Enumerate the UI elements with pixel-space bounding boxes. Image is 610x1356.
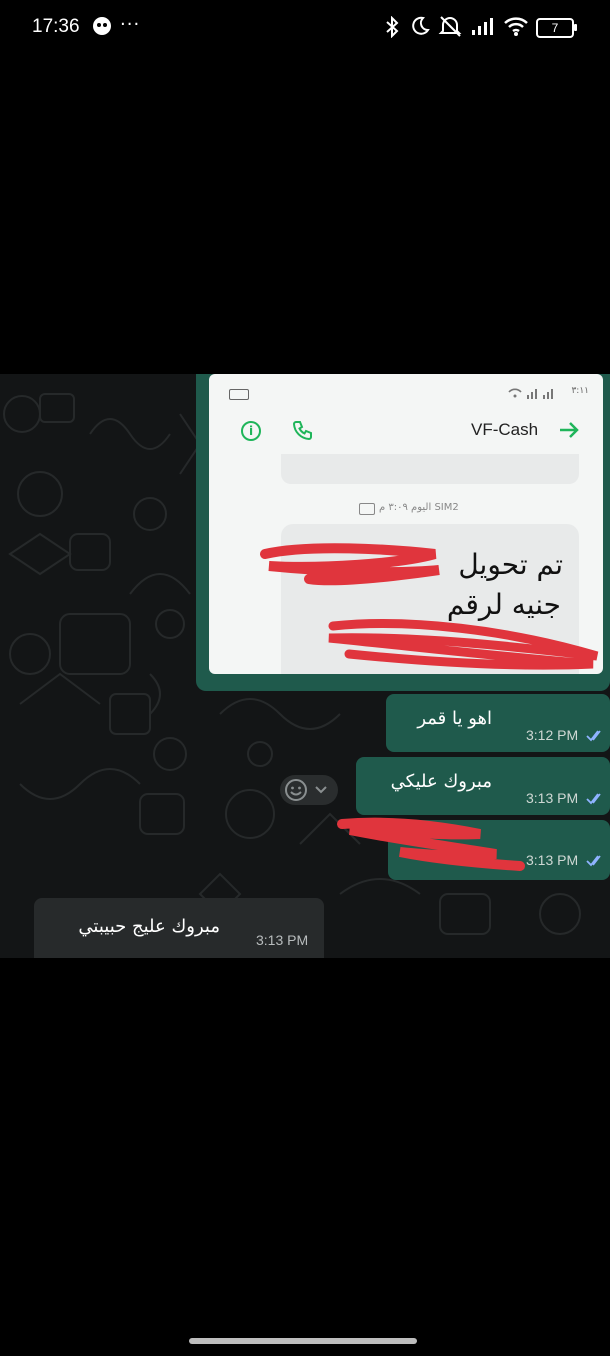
- signal-icon: [472, 18, 493, 35]
- sms-conversation-header: [209, 410, 603, 454]
- sms-sender-title: VF-Cash: [471, 420, 539, 439]
- read-receipt-icon: [586, 855, 601, 867]
- battery-icon: 7: [536, 18, 577, 38]
- info-icon[interactable]: i: [241, 421, 261, 441]
- chat-screenshot: ٣:١١ i VF-Cash SIM2 اليوم ٣:٠٩ م تم تحوي…: [0, 374, 610, 958]
- message-time: 3:13 PM: [256, 932, 309, 948]
- more-notifications: ···: [120, 14, 141, 35]
- battery-icon: [229, 389, 249, 400]
- moon-icon: [412, 16, 430, 35]
- emoji-icon: [285, 779, 307, 801]
- signal-icon: [508, 388, 553, 399]
- outgoing-message[interactable]: مبروك عليكي 3:13 PM: [356, 757, 610, 815]
- sms-message-bubble: تم تحويل جنيه لرقم: [281, 524, 579, 674]
- sms-screenshot-image[interactable]: ٣:١١ i VF-Cash SIM2 اليوم ٣:٠٩ م تم تحوي…: [209, 374, 603, 674]
- status-bar: 17:36 ··· 7: [0, 0, 610, 56]
- sms-status-bar: ٣:١١: [209, 374, 603, 410]
- message-text: مبروك عليج حبيبتي: [78, 916, 220, 937]
- message-time: 3:12 PM: [526, 727, 579, 743]
- face-icon: [93, 17, 111, 35]
- image-message-bubble[interactable]: ٣:١١ i VF-Cash SIM2 اليوم ٣:٠٩ م تم تحوي…: [196, 374, 610, 691]
- phone-call-icon[interactable]: [292, 419, 314, 441]
- wifi-icon: [504, 17, 528, 36]
- sms-date-label: SIM2 اليوم ٣:٠٩ م: [379, 502, 459, 513]
- bluetooth-icon: [386, 16, 399, 38]
- message-time: 3:13 PM: [526, 790, 579, 806]
- sms-message-line1: تم تحويل: [458, 548, 563, 581]
- outgoing-message[interactable]: اهو يا قمر 3:12 PM: [386, 694, 610, 752]
- message-time: 3:13 PM: [526, 852, 579, 868]
- sim-icon: [359, 503, 375, 515]
- sms-message-line2: جنيه لرقم: [446, 588, 561, 621]
- back-arrow-icon[interactable]: [557, 418, 581, 442]
- sms-status-time: ٣:١١: [571, 386, 589, 396]
- read-receipt-icon: [586, 793, 601, 805]
- message-text: اهو يا قمر: [417, 708, 492, 729]
- read-receipt-icon: [586, 730, 601, 742]
- sms-date: اليوم ٣:٠٩ م: [379, 502, 432, 513]
- reaction-button[interactable]: [280, 775, 338, 805]
- message-text: مبروك عليكي: [390, 771, 492, 792]
- home-indicator[interactable]: [189, 1338, 417, 1344]
- status-time: 17:36: [32, 16, 80, 37]
- chevron-down-icon: [315, 786, 327, 794]
- mute-icon: [438, 16, 462, 37]
- outgoing-message[interactable]: 3:13 PM: [388, 820, 610, 880]
- previous-sms-bubble: [281, 454, 579, 484]
- sim-label: SIM2: [434, 502, 459, 513]
- incoming-message[interactable]: مبروك عليج حبيبتي 3:13 PM: [34, 898, 324, 958]
